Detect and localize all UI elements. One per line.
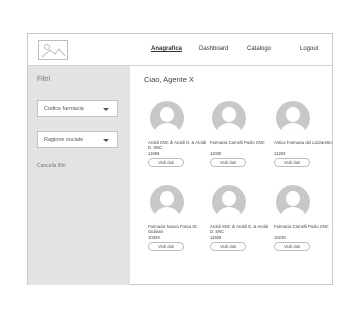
card-code: 11669	[148, 151, 160, 156]
card-code: 10328	[148, 235, 160, 240]
header-bar: Anagrafica Dashboard Catalogo Logout	[28, 34, 332, 66]
card-name: Antica Farmacia del Lazzaretto	[274, 140, 332, 145]
pharmacy-card: Aroldi SNC di Aroldi G. & Aroldi D. SNC …	[210, 185, 270, 269]
card-code: 11928	[210, 235, 222, 240]
image-placeholder-icon	[41, 44, 66, 58]
view-data-button[interactable]: Vedi dati	[148, 242, 184, 251]
card-code: 10239	[274, 235, 286, 240]
avatar-icon	[276, 185, 310, 219]
avatar-icon	[212, 185, 246, 219]
avatar-icon	[150, 185, 184, 219]
app-window: Anagrafica Dashboard Catalogo Logout Fil…	[27, 33, 333, 285]
greeting: Ciao, Agente X	[144, 75, 195, 84]
pharmacy-card: Farmacia Nuova Fosca Dr. Giuliano 10328 …	[148, 185, 208, 269]
filters-title: Filtri	[37, 76, 51, 83]
nav-catalogo[interactable]: Catalogo	[247, 46, 271, 52]
pharmacy-card: Aroldi SNC di Aroldi G. & Aroldi D. SNC …	[148, 101, 208, 185]
pharmacy-card: Farmacia Carnelli Paolo SNC 10239 Vedi d…	[274, 185, 334, 269]
avatar-icon	[212, 101, 246, 135]
ragione-sociale-select[interactable]: Ragione sociale	[37, 131, 118, 148]
ragione-sociale-label: Ragione sociale	[44, 137, 84, 143]
view-data-button[interactable]: Vedi dati	[210, 242, 246, 251]
nav-logout[interactable]: Logout	[300, 46, 318, 52]
view-data-button[interactable]: Vedi dati	[148, 158, 184, 167]
view-data-button[interactable]: Vedi dati	[210, 158, 246, 167]
card-name: Farmacia Carnelli Paolo SNC	[274, 224, 329, 229]
codice-farmacia-label: Codice farmacia	[44, 106, 84, 112]
caret-down-icon	[103, 107, 109, 111]
codice-farmacia-select[interactable]: Codice farmacia	[37, 100, 118, 117]
card-name: Farmacia Carnelli Paolo SNC	[210, 140, 265, 145]
card-code: 11263	[274, 151, 286, 156]
avatar-icon	[150, 101, 184, 135]
nav-anagrafica[interactable]: Anagrafica	[151, 46, 182, 52]
caret-down-icon	[103, 138, 109, 142]
pharmacy-card: Antica Farmacia del Lazzaretto 11263 Ved…	[274, 101, 334, 185]
avatar-icon	[276, 101, 310, 135]
card-name: Aroldi SNC di Aroldi G. & Aroldi D. SNC	[148, 140, 206, 150]
view-data-button[interactable]: Vedi dati	[274, 158, 310, 167]
card-name: Farmacia Nuova Fosca Dr. Giuliano	[148, 224, 198, 234]
main-content: Ciao, Agente X Aroldi SNC di Aroldi G. &…	[130, 66, 333, 285]
clear-filters-link[interactable]: Cancella filtri	[37, 163, 66, 169]
filters-sidebar: Filtri Codice farmacia Ragione sociale C…	[28, 66, 130, 285]
logo-placeholder[interactable]	[38, 40, 68, 60]
pharmacy-card: Farmacia Carnelli Paolo SNC 11030 Vedi d…	[210, 101, 270, 185]
card-name: Aroldi SNC di Aroldi G. & Aroldi D. SNC	[210, 224, 268, 234]
card-code: 11030	[210, 151, 222, 156]
nav-dashboard[interactable]: Dashboard	[199, 46, 228, 52]
view-data-button[interactable]: Vedi dati	[274, 242, 310, 251]
